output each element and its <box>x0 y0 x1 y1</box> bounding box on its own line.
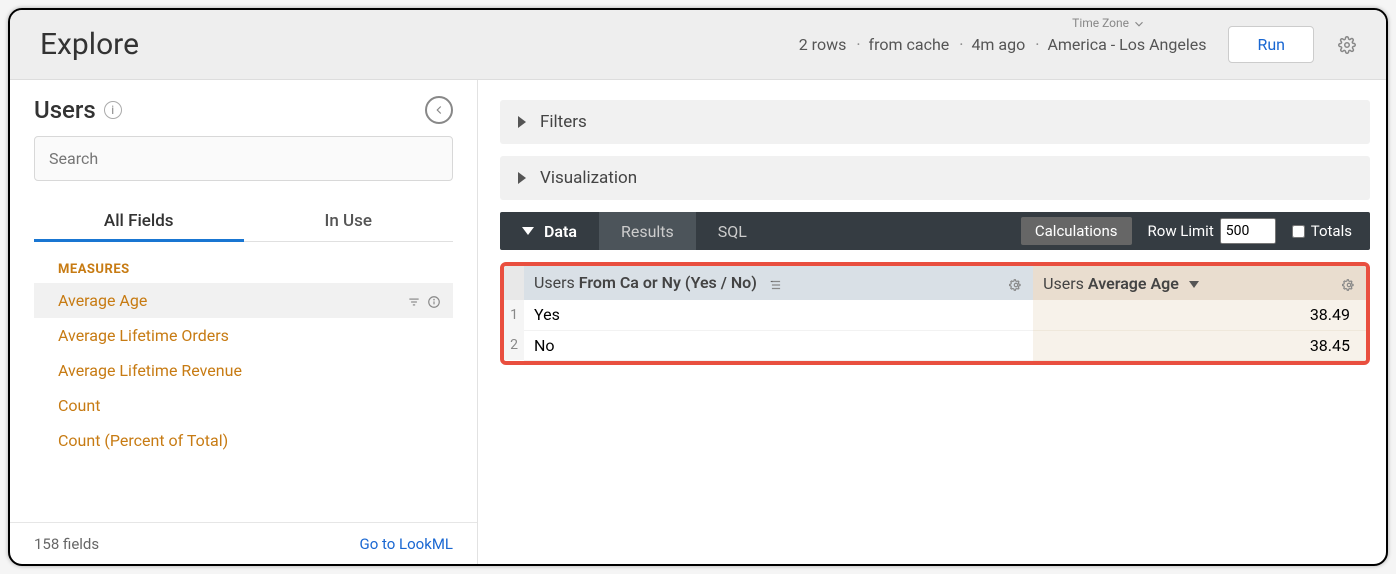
caret-down-icon <box>522 227 534 235</box>
field-info-icon[interactable] <box>427 291 441 310</box>
collapse-field-picker-button[interactable] <box>425 96 453 124</box>
go-to-lookml-link[interactable]: Go to LookML <box>360 535 454 553</box>
calculations-button[interactable]: Calculations <box>1021 217 1132 245</box>
query-status: 2 rows from cache 4m ago America - Los A… <box>799 35 1207 54</box>
pivot-icon[interactable] <box>769 274 783 293</box>
visualization-section[interactable]: Visualization <box>500 156 1370 200</box>
row-limit-input[interactable] <box>1220 218 1276 244</box>
page-title: Explore <box>40 27 139 62</box>
field-count: 158 fields <box>34 535 99 553</box>
measure-average-age[interactable]: Average Age <box>34 283 453 318</box>
dimension-cell[interactable]: No <box>524 330 1033 360</box>
table-row[interactable]: 2 No 38.45 <box>504 330 1366 360</box>
dimension-column-header[interactable]: Users From Ca or Ny (Yes / No) <box>524 266 1033 300</box>
gear-icon <box>1338 36 1356 54</box>
row-number: 2 <box>504 330 524 360</box>
tab-sql[interactable]: SQL <box>696 212 769 250</box>
header-bar: Explore Time Zone 2 rows from cache 4m a… <box>10 10 1386 80</box>
gear-icon <box>1009 278 1023 292</box>
data-toggle[interactable]: Data <box>500 212 599 250</box>
timezone-selector[interactable]: Time Zone <box>1072 16 1146 31</box>
data-table-highlight: Users From Ca or Ny (Yes / No) Users Ave… <box>500 262 1370 365</box>
sort-descending-icon <box>1189 281 1199 288</box>
totals-toggle[interactable]: Totals <box>1292 222 1352 240</box>
filter-icon[interactable] <box>407 291 421 310</box>
measures-heading: MEASURES <box>58 262 453 277</box>
results-table: Users From Ca or Ny (Yes / No) Users Ave… <box>504 266 1366 361</box>
totals-checkbox[interactable] <box>1292 225 1305 238</box>
dimension-cell[interactable]: Yes <box>524 300 1033 330</box>
row-number: 1 <box>504 300 524 330</box>
settings-button[interactable] <box>1338 35 1356 55</box>
tab-in-use[interactable]: In Use <box>244 201 454 241</box>
search-input[interactable] <box>34 136 453 181</box>
measure-cell[interactable]: 38.49 <box>1033 300 1366 330</box>
info-icon[interactable]: i <box>104 101 122 119</box>
measure-column-header[interactable]: Users Average Age <box>1033 266 1366 300</box>
field-tabs: All Fields In Use <box>34 201 453 242</box>
chevron-left-icon <box>432 103 446 117</box>
measure-count-percent-of-total[interactable]: Count (Percent of Total) <box>34 423 453 458</box>
measure-average-lifetime-orders[interactable]: Average Lifetime Orders <box>34 318 453 353</box>
column-settings-button[interactable] <box>1009 274 1023 293</box>
caret-right-icon <box>518 172 526 184</box>
data-section-bar: Data Results SQL Calculations Row Limit … <box>500 212 1370 250</box>
measure-average-lifetime-revenue[interactable]: Average Lifetime Revenue <box>34 353 453 388</box>
view-title: Users <box>34 96 96 124</box>
tab-all-fields[interactable]: All Fields <box>34 201 244 241</box>
table-row[interactable]: 1 Yes 38.49 <box>504 300 1366 330</box>
row-limit-label: Row Limit <box>1148 222 1214 240</box>
main-content: Filters Visualization Data Results SQL C… <box>478 80 1386 564</box>
run-button[interactable]: Run <box>1228 26 1314 63</box>
caret-right-icon <box>518 116 526 128</box>
gear-icon <box>1342 278 1356 292</box>
filters-section[interactable]: Filters <box>500 100 1370 144</box>
tab-results[interactable]: Results <box>599 212 696 250</box>
chevron-down-icon <box>1132 17 1146 31</box>
measure-cell[interactable]: 38.45 <box>1033 330 1366 360</box>
measure-count[interactable]: Count <box>34 388 453 423</box>
row-number-header <box>504 266 524 300</box>
field-picker-pane: Users i All Fields In Use MEASURES Avera… <box>10 80 478 564</box>
column-settings-button[interactable] <box>1342 274 1356 293</box>
